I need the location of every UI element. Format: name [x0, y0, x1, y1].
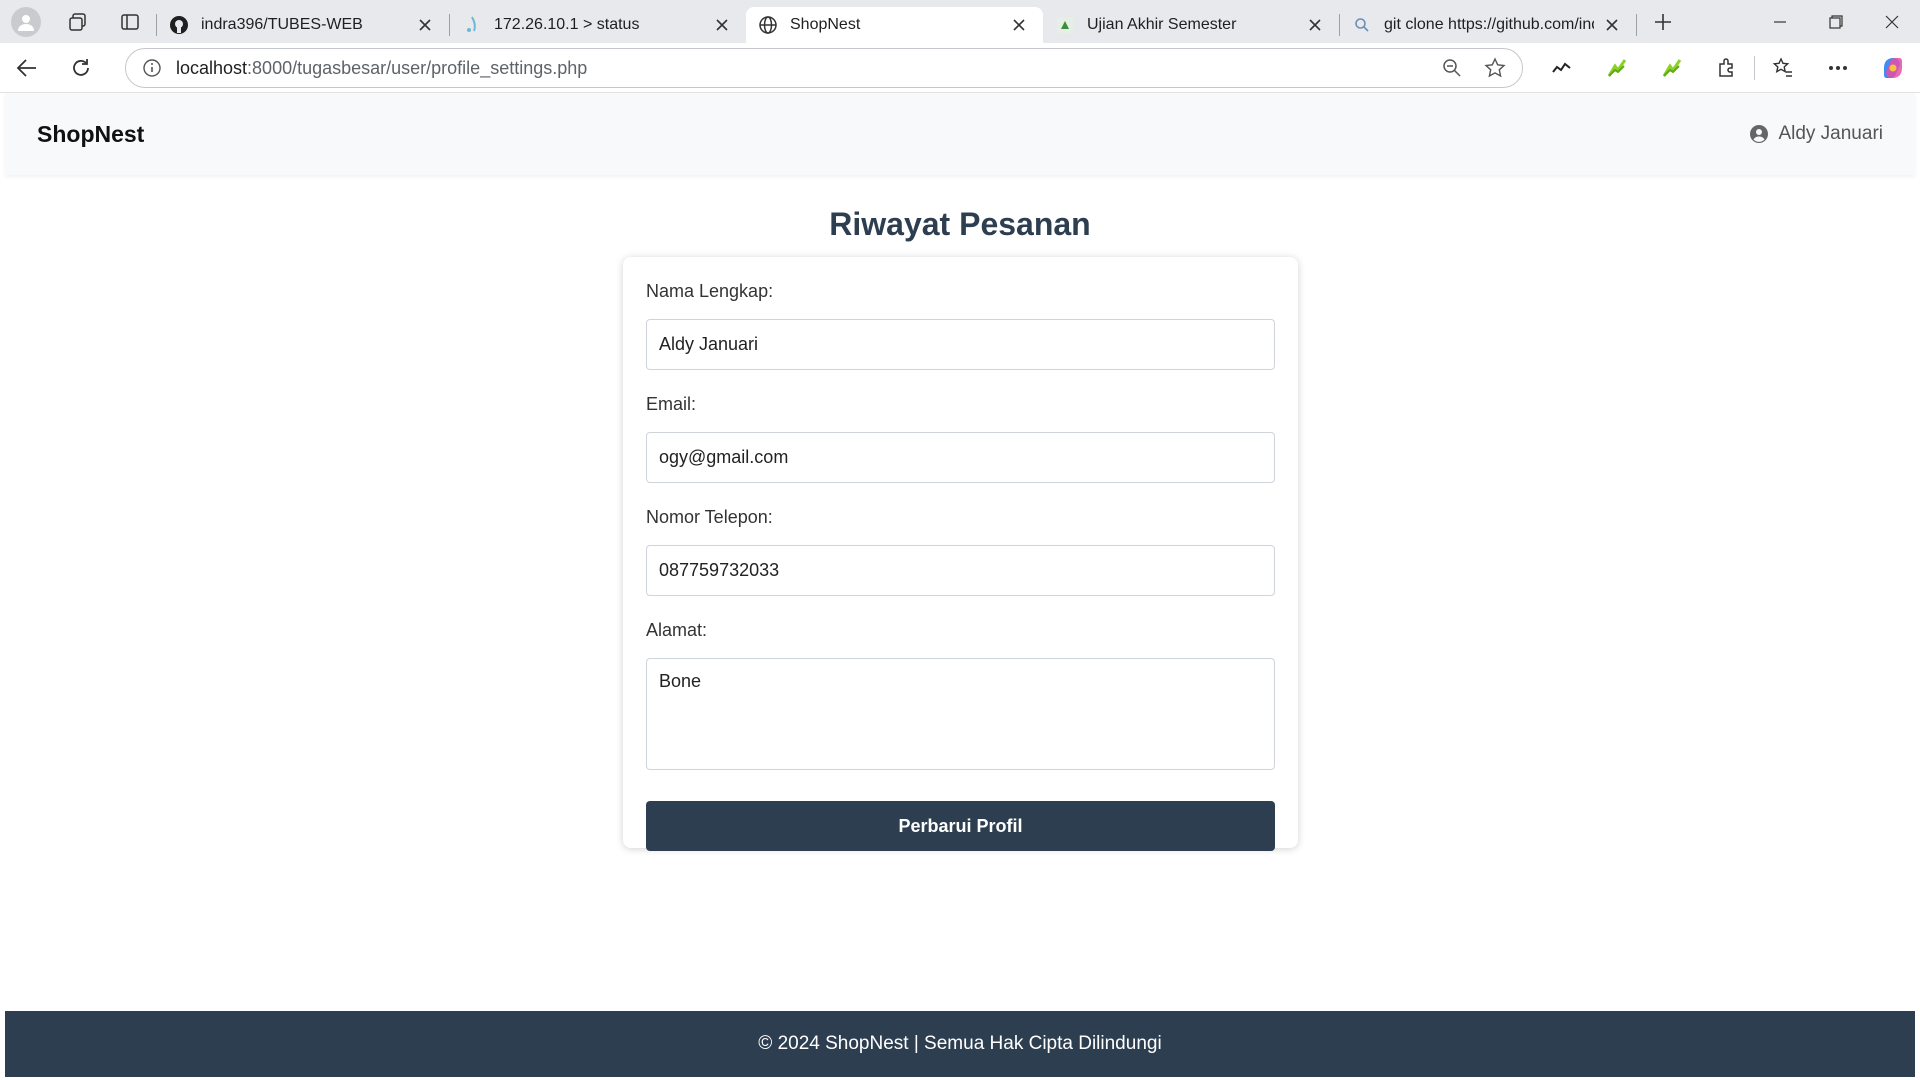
address-label: Alamat: [646, 620, 708, 640]
reload-button[interactable] [54, 43, 108, 93]
profile-button[interactable] [0, 0, 52, 43]
url-host: localhost [176, 57, 248, 78]
tab-title: indra396/TUBES-WEB [201, 16, 363, 33]
address-bar[interactable]: localhost:8000/tugasbesar/user/profile_s… [125, 48, 1523, 88]
name-value: Aldy Januari [659, 334, 759, 354]
close-window-button[interactable] [1864, 0, 1920, 43]
browser-tab[interactable]: 172.26.10.1 > status [450, 7, 746, 43]
url-path: :8000/tugasbesar/user/profile_settings.p… [247, 57, 588, 78]
name-input[interactable]: Aldy Januari [646, 319, 1275, 370]
settings-more-button[interactable] [1810, 43, 1865, 93]
copilot-icon [1883, 58, 1902, 78]
extension-button[interactable] [1534, 43, 1589, 93]
email-label: Email: [646, 394, 697, 414]
tab-title: git clone https://github.com/indr [1384, 16, 1594, 33]
close-icon[interactable] [413, 13, 437, 37]
update-profile-button[interactable]: Perbarui Profil [646, 801, 1275, 851]
user-circle-icon [1750, 125, 1769, 143]
tab-title: Ujian Akhir Semester [1087, 16, 1237, 33]
restore-button[interactable] [1808, 0, 1864, 43]
reload-icon [73, 58, 89, 76]
favorites-list-icon [1772, 57, 1792, 77]
browser-tab-active[interactable]: ShopNest [746, 7, 1043, 43]
tab-title: ShopNest [790, 16, 861, 33]
browser-tab[interactable]: indra396/TUBES-WEB [157, 7, 449, 43]
browser-tab[interactable]: git clone https://github.com/indr [1340, 7, 1636, 43]
close-icon [1885, 15, 1899, 28]
puzzle-icon [1718, 58, 1733, 77]
web-page: ShopNest Aldy Januari Riwayat Pesanan Na… [5, 93, 1915, 1080]
plus-icon [1655, 13, 1671, 30]
search-icon [1352, 15, 1372, 35]
name-label: Nama Lengkap: [646, 281, 774, 301]
back-arrow-icon [16, 58, 36, 77]
tab-title: 172.26.10.1 > status [494, 16, 640, 33]
tab-actions-icon [121, 13, 139, 30]
performance-icon [1551, 62, 1571, 73]
brand-logo[interactable]: ShopNest [37, 121, 144, 148]
favorite-star-icon[interactable] [1484, 57, 1506, 79]
phone-input[interactable]: 087759732033 [646, 545, 1275, 596]
more-dots-icon [1828, 66, 1847, 70]
minimize-icon [1774, 20, 1786, 23]
profile-form-card: Nama Lengkap: Aldy Januari Email: ogy@gm… [623, 257, 1298, 851]
user-menu[interactable]: Aldy Januari [1750, 123, 1883, 145]
profile-icon [11, 6, 41, 37]
vertical-tabs-button[interactable] [104, 0, 156, 43]
browser-tab-bar: indra396/TUBES-WEB 172.26.10.1 > status … [0, 0, 1920, 43]
status-icon [462, 15, 482, 35]
extension-chart-icon [1607, 59, 1626, 77]
email-input[interactable]: ogy@gmail.com [646, 432, 1275, 483]
phone-label: Nomor Telepon: [646, 507, 773, 527]
close-icon[interactable] [1007, 13, 1031, 37]
workspaces-button[interactable] [52, 0, 104, 43]
extension-chart-icon [1662, 59, 1681, 77]
extensions-button[interactable] [1699, 43, 1754, 93]
phone-value: 087759732033 [659, 560, 780, 580]
site-info-icon[interactable] [142, 58, 162, 78]
address-value: Bone [659, 671, 702, 691]
site-footer: © 2024 ShopNest | Semua Hak Cipta Dilind… [5, 1011, 1915, 1077]
address-textarea[interactable]: Bone [646, 658, 1275, 770]
extension-button[interactable] [1644, 43, 1699, 93]
back-button[interactable] [0, 43, 54, 93]
github-icon [169, 15, 189, 35]
close-icon[interactable] [1303, 13, 1327, 37]
browser-tab[interactable]: Ujian Akhir Semester [1043, 7, 1339, 43]
site-header: ShopNest Aldy Januari [5, 93, 1915, 175]
restore-icon [1829, 14, 1843, 29]
moodle-icon [1055, 15, 1075, 35]
new-tab-button[interactable] [1637, 0, 1689, 43]
toolbar-extensions [1534, 43, 1920, 93]
page-title: Riwayat Pesanan [829, 206, 1091, 242]
window-controls [1752, 0, 1920, 43]
favorites-button[interactable] [1755, 43, 1810, 93]
close-icon[interactable] [710, 13, 734, 37]
close-icon[interactable] [1600, 13, 1624, 37]
user-name: Aldy Januari [1778, 123, 1883, 144]
zoom-out-icon[interactable] [1442, 58, 1462, 78]
extension-button[interactable] [1589, 43, 1644, 93]
footer-text: © 2024 ShopNest | Semua Hak Cipta Dilind… [758, 1033, 1162, 1054]
email-value: ogy@gmail.com [659, 447, 789, 467]
globe-icon [758, 15, 778, 35]
workspaces-icon [69, 12, 86, 31]
minimize-button[interactable] [1752, 0, 1808, 43]
copilot-button[interactable] [1865, 43, 1920, 93]
